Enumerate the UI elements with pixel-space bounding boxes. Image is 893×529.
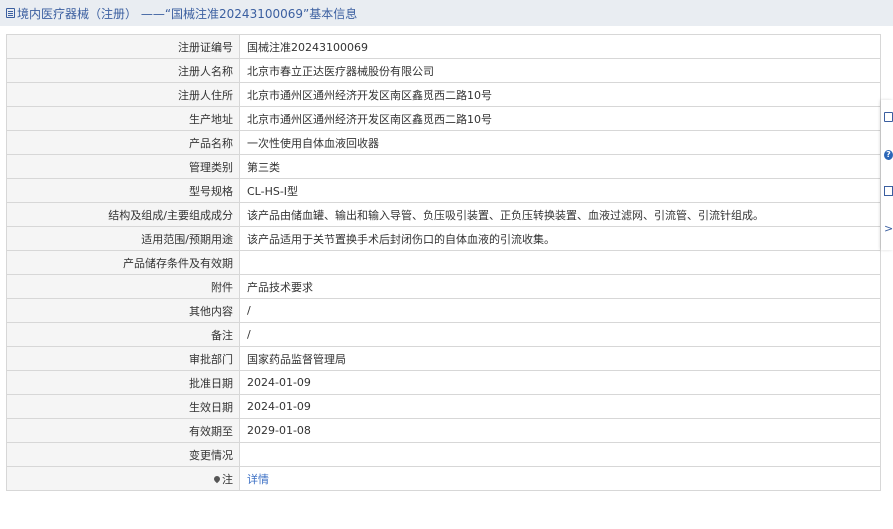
- row-value: CL-HS-Ⅰ型: [239, 178, 881, 203]
- table-row: 其他内容 /: [6, 298, 881, 323]
- table-row: 附件 产品技术要求: [6, 274, 881, 299]
- table-row: 产品名称 一次性使用自体血液回收器: [6, 130, 881, 155]
- document-icon: [6, 8, 15, 18]
- row-label: 适用范围/预期用途: [6, 226, 240, 251]
- info-table: 注册证编号 国械注准20243100069 注册人名称 北京市春立正达医疗器械股份有…: [6, 34, 881, 491]
- table-row: 注册证编号 国械注准20243100069: [6, 34, 881, 59]
- row-value: 该产品由储血罐、输出和输入导管、负压吸引装置、正负压转换装置、血液过滤网、引流管…: [239, 202, 881, 227]
- row-value: 国家药品监督管理局: [239, 346, 881, 371]
- row-value: 北京市通州区通州经济开发区南区鑫觅西二路10号: [239, 82, 881, 107]
- row-label: 型号规格: [6, 178, 240, 203]
- table-row: 批准日期 2024-01-09: [6, 370, 881, 395]
- page-title: 境内医疗器械（注册） ——“国械注准20243100069”基本信息: [17, 6, 358, 21]
- row-value: /: [239, 322, 881, 347]
- row-label: 注册证编号: [6, 34, 240, 59]
- row-label: 管理类别: [6, 154, 240, 179]
- row-value: 该产品适用于关节置换手术后封闭伤口的自体血液的引流收集。: [239, 226, 881, 251]
- row-value: 北京市通州区通州经济开发区南区鑫觅西二路10号: [239, 106, 881, 131]
- row-label: 生产地址: [6, 106, 240, 131]
- row-value: [239, 442, 881, 467]
- edit-icon[interactable]: [884, 112, 893, 122]
- row-label: 结构及组成/主要组成成分: [6, 202, 240, 227]
- table-row: 注册人名称 北京市春立正达医疗器械股份有限公司: [6, 58, 881, 83]
- table-row: 审批部门 国家药品监督管理局: [6, 346, 881, 371]
- row-label: 生效日期: [6, 394, 240, 419]
- row-label: 备注: [6, 322, 240, 347]
- table-row: 生效日期 2024-01-09: [6, 394, 881, 419]
- table-row: 注册人住所 北京市通州区通州经济开发区南区鑫觅西二路10号: [6, 82, 881, 107]
- table-row: 结构及组成/主要组成成分 该产品由储血罐、输出和输入导管、负压吸引装置、正负压转换…: [6, 202, 881, 227]
- table-row: 注 详情: [6, 466, 881, 491]
- row-label: 注册人住所: [6, 82, 240, 107]
- table-row: 产品储存条件及有效期: [6, 250, 881, 275]
- note-label: 注: [222, 472, 233, 486]
- table-row: 型号规格 CL-HS-Ⅰ型: [6, 178, 881, 203]
- chevron-right-icon[interactable]: >: [884, 223, 893, 234]
- row-value: 第三类: [239, 154, 881, 179]
- row-value: 国械注准20243100069: [239, 34, 881, 59]
- help-icon[interactable]: ?: [884, 150, 893, 160]
- table-row: 管理类别 第三类: [6, 154, 881, 179]
- row-value: 一次性使用自体血液回收器: [239, 130, 881, 155]
- row-value: 2029-01-08: [239, 418, 881, 443]
- row-label: 产品名称: [6, 130, 240, 155]
- table-row: 有效期至 2029-01-08: [6, 418, 881, 443]
- side-toolbar: ? >: [881, 100, 893, 250]
- row-label: 产品储存条件及有效期: [6, 250, 240, 275]
- row-value: [239, 250, 881, 275]
- row-label: 批准日期: [6, 370, 240, 395]
- row-label: 审批部门: [6, 346, 240, 371]
- row-value: 2024-01-09: [239, 370, 881, 395]
- row-label: 附件: [6, 274, 240, 299]
- row-value: 2024-01-09: [239, 394, 881, 419]
- row-label: 注: [6, 466, 240, 491]
- row-value: 产品技术要求: [239, 274, 881, 299]
- copy-icon[interactable]: [884, 186, 893, 196]
- row-value: 北京市春立正达医疗器械股份有限公司: [239, 58, 881, 83]
- pin-icon: [212, 474, 222, 483]
- row-value: /: [239, 298, 881, 323]
- row-label: 变更情况: [6, 442, 240, 467]
- row-label: 其他内容: [6, 298, 240, 323]
- page-header: 境内医疗器械（注册） ——“国械注准20243100069”基本信息: [0, 0, 893, 26]
- table-row: 备注 /: [6, 322, 881, 347]
- table-row: 生产地址 北京市通州区通州经济开发区南区鑫觅西二路10号: [6, 106, 881, 131]
- table-row: 变更情况: [6, 442, 881, 467]
- table-row: 适用范围/预期用途 该产品适用于关节置换手术后封闭伤口的自体血液的引流收集。: [6, 226, 881, 251]
- details-link[interactable]: 详情: [239, 466, 881, 491]
- row-label: 注册人名称: [6, 58, 240, 83]
- row-label: 有效期至: [6, 418, 240, 443]
